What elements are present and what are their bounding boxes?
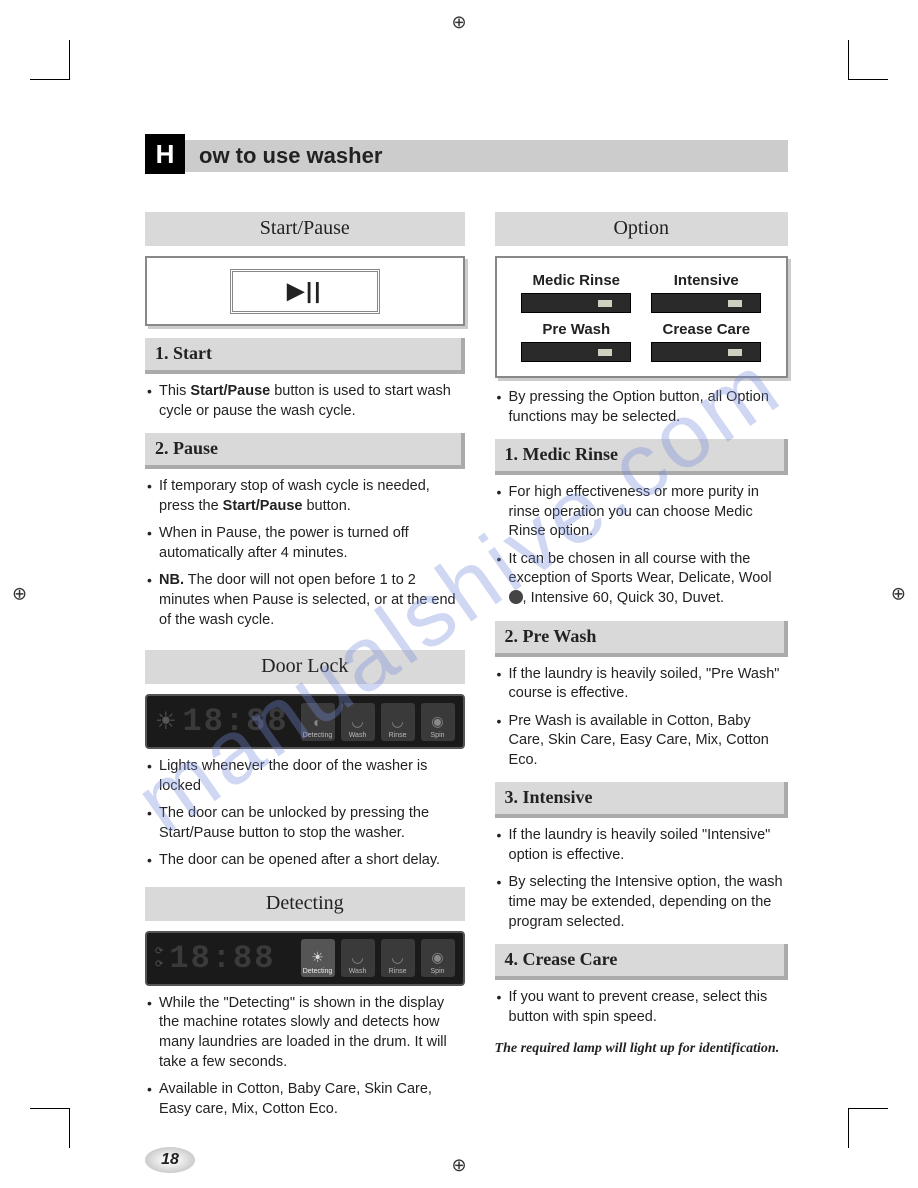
right-column: Option Medic Rinse Intensive Pre Wash bbox=[495, 212, 788, 1173]
option-label: Medic Rinse bbox=[521, 272, 631, 289]
intensive-bullets: If the laundry is heavily soiled "Intens… bbox=[495, 826, 788, 932]
crease-heading: 4. Crease Care bbox=[495, 944, 788, 980]
crop-mark bbox=[30, 40, 70, 80]
hand-wash-icon bbox=[509, 590, 523, 604]
page-number: 18 bbox=[145, 1147, 195, 1173]
option-panel: Medic Rinse Intensive Pre Wash Crease Ca… bbox=[495, 256, 788, 378]
bullet: By selecting the Intensive option, the w… bbox=[497, 873, 788, 932]
seven-segment: 18:88 bbox=[169, 940, 275, 977]
option-label: Crease Care bbox=[651, 321, 761, 338]
start-pause-heading: Start/Pause bbox=[145, 212, 465, 246]
door-lock-heading: Door Lock bbox=[145, 650, 465, 684]
door-lock-bullets: Lights whenever the door of the washer i… bbox=[145, 757, 465, 871]
option-button bbox=[521, 342, 631, 362]
start-heading: 1. Start bbox=[145, 338, 465, 374]
prewash-heading: 2. Pre Wash bbox=[495, 621, 788, 657]
bullet: The door can be unlocked by pressing the… bbox=[147, 804, 465, 843]
bullet: While the "Detecting" is shown in the di… bbox=[147, 994, 465, 1072]
crease-bullets: If you want to prevent crease, select th… bbox=[495, 988, 788, 1027]
title-initial: H bbox=[145, 134, 185, 174]
bullet: Pre Wash is available in Cotton, Baby Ca… bbox=[497, 712, 788, 771]
medic-bullets: For high effectiveness or more purity in… bbox=[495, 483, 788, 608]
stage-detecting: ◐Detecting bbox=[301, 703, 335, 741]
option-pre-wash: Pre Wash bbox=[521, 321, 631, 362]
bullet: Lights whenever the door of the washer i… bbox=[147, 757, 465, 796]
stage-rinse: ◡Rinse bbox=[381, 703, 415, 741]
bullet: This Start/Pause button is used to start… bbox=[147, 382, 465, 421]
stage-detecting-active: ☀Detecting bbox=[301, 939, 335, 977]
option-button bbox=[521, 293, 631, 313]
crop-mark bbox=[848, 40, 888, 80]
bullet: When in Pause, the power is turned off a… bbox=[147, 524, 465, 563]
bullet: For high effectiveness or more purity in… bbox=[497, 483, 788, 542]
bullet: The door can be opened after a short del… bbox=[147, 851, 465, 871]
pause-heading: 2. Pause bbox=[145, 433, 465, 469]
spin-indicator-icon: ⟳⟳ bbox=[155, 946, 163, 970]
option-button bbox=[651, 342, 761, 362]
registration-mark-icon: ⊕ bbox=[12, 584, 27, 605]
crop-mark bbox=[30, 1108, 70, 1148]
bullet: NB. The door will not open before 1 to 2… bbox=[147, 571, 465, 630]
option-label: Pre Wash bbox=[521, 321, 631, 338]
bullet: If the laundry is heavily soiled "Intens… bbox=[497, 826, 788, 865]
medic-rinse-heading: 1. Medic Rinse bbox=[495, 439, 788, 475]
page-title-bar: H ow to use washer bbox=[145, 140, 788, 172]
prewash-bullets: If the laundry is heavily soiled, "Pre W… bbox=[495, 665, 788, 771]
bullet: By pressing the Option button, all Optio… bbox=[497, 388, 788, 427]
option-intensive: Intensive bbox=[651, 272, 761, 313]
sun-icon: ☀ bbox=[155, 707, 177, 736]
pause-bullets: If temporary stop of wash cycle is neede… bbox=[145, 477, 465, 630]
bullet: If the laundry is heavily soiled, "Pre W… bbox=[497, 665, 788, 704]
option-label: Intensive bbox=[651, 272, 761, 289]
option-button bbox=[651, 293, 761, 313]
left-column: Start/Pause ▶|| 1. Start This Start/Paus… bbox=[145, 212, 465, 1173]
option-intro-bullets: By pressing the Option button, all Optio… bbox=[495, 388, 788, 427]
page-title: ow to use washer bbox=[185, 143, 382, 169]
footnote: The required lamp will light up for iden… bbox=[495, 1041, 788, 1057]
play-pause-icon: ▶|| bbox=[230, 269, 380, 314]
bullet: Available in Cotton, Baby Care, Skin Car… bbox=[147, 1080, 465, 1119]
seven-segment: 18:88 bbox=[183, 703, 289, 740]
bullet: It can be chosen in all course with the … bbox=[497, 550, 788, 609]
detecting-display: ⟳⟳ 18:88 ☀Detecting ◡Wash ◡Rinse ◉Spin bbox=[145, 931, 465, 986]
registration-mark-icon: ⊕ bbox=[451, 12, 466, 33]
stage-spin: ◉Spin bbox=[421, 703, 455, 741]
door-lock-display: ☀ 18:88 ◐Detecting ◡Wash ◡Rinse ◉Spin bbox=[145, 694, 465, 749]
option-heading: Option bbox=[495, 212, 788, 246]
stage-rinse: ◡Rinse bbox=[381, 939, 415, 977]
stage-wash: ◡Wash bbox=[341, 703, 375, 741]
detecting-bullets: While the "Detecting" is shown in the di… bbox=[145, 994, 465, 1119]
registration-mark-icon: ⊕ bbox=[891, 584, 906, 605]
crop-mark bbox=[848, 1108, 888, 1148]
detecting-heading: Detecting bbox=[145, 887, 465, 921]
option-crease-care: Crease Care bbox=[651, 321, 761, 362]
bullet: If temporary stop of wash cycle is neede… bbox=[147, 477, 465, 516]
start-bullets: This Start/Pause button is used to start… bbox=[145, 382, 465, 421]
start-pause-panel: ▶|| bbox=[145, 256, 465, 326]
bullet: If you want to prevent crease, select th… bbox=[497, 988, 788, 1027]
option-medic-rinse: Medic Rinse bbox=[521, 272, 631, 313]
stage-spin: ◉Spin bbox=[421, 939, 455, 977]
stage-wash: ◡Wash bbox=[341, 939, 375, 977]
intensive-heading: 3. Intensive bbox=[495, 782, 788, 818]
